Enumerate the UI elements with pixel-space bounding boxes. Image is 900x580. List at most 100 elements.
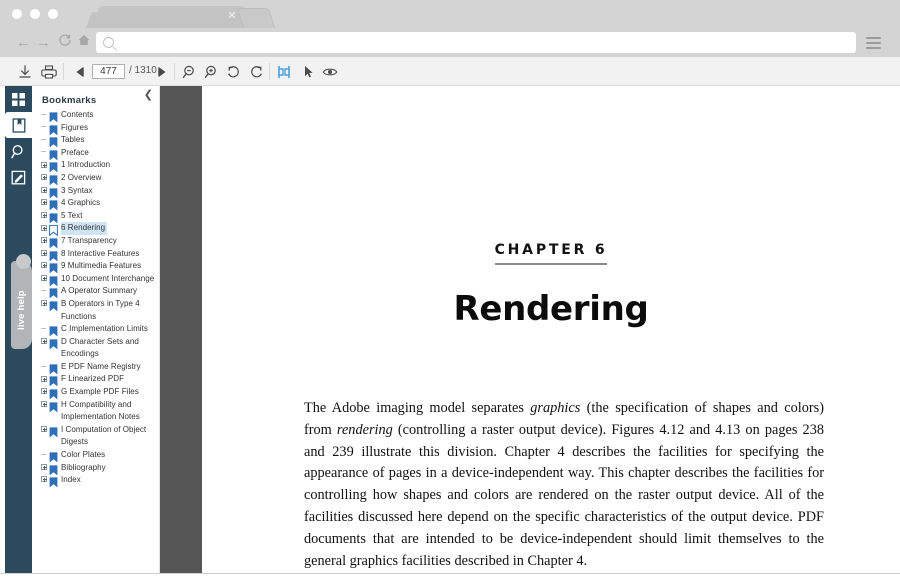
bookmark-item[interactable]: 9 Multimedia Features (38, 260, 159, 274)
bookmark-item[interactable]: B Operators in Type 4 Functions (38, 298, 159, 323)
sidebar-item-bookmarks[interactable] (5, 112, 32, 138)
forward-arrow-icon[interactable]: → (34, 33, 53, 52)
expand-toggle-icon[interactable] (38, 159, 49, 171)
bookmark-item[interactable]: 5 Text (38, 210, 159, 224)
expand-toggle-icon[interactable] (38, 235, 49, 247)
download-icon[interactable] (15, 62, 35, 82)
bookmark-icon (49, 148, 58, 161)
bookmarks-panel: Bookmarks ❮ Contents Figures Tables Preface… (32, 86, 160, 573)
magnifier-plus-glyph (204, 65, 216, 79)
bookmark-item[interactable]: F Linearized PDF (38, 373, 159, 387)
print-icon[interactable] (39, 62, 59, 82)
bookmark-item[interactable]: D Character Sets and Encodings (38, 336, 159, 361)
expand-toggle-icon[interactable] (38, 474, 49, 486)
bookmark-icon (49, 301, 58, 312)
bookmark-item[interactable]: Color Plates (38, 449, 159, 463)
tree-connector-icon (38, 361, 49, 373)
expand-toggle-icon[interactable] (38, 462, 49, 474)
bookmark-item[interactable]: Bibliography (38, 462, 159, 476)
bookmark-item[interactable]: G Example PDF Files (38, 386, 159, 400)
sidebar-icon-rail: live help (5, 86, 32, 573)
live-help-tab[interactable]: live help (11, 254, 32, 349)
expand-toggle-icon[interactable] (38, 197, 49, 209)
home-icon[interactable] (74, 33, 93, 52)
bookmark-item[interactable]: Preface (38, 147, 159, 161)
bookmark-item[interactable]: 8 Interactive Features (38, 248, 159, 261)
bookmark-item-label: 6 Rendering (61, 222, 108, 235)
fit-width-glyph (278, 65, 290, 79)
window-close-dot[interactable] (12, 9, 22, 19)
previous-page-icon[interactable] (70, 62, 90, 82)
zoom-in-icon[interactable] (202, 62, 222, 82)
select-tool-icon[interactable] (298, 62, 318, 82)
zoom-out-icon[interactable] (180, 62, 200, 82)
pdf-viewer[interactable]: CHAPTER 6 Rendering The Adobe imaging mo… (160, 86, 900, 573)
expand-toggle-icon[interactable] (38, 172, 49, 184)
bookmark-item[interactable]: 1 Introduction (38, 159, 159, 173)
browser-window: ✕ ← → 477 / 1310 live help Bookmarks ❮ C… (0, 0, 900, 574)
next-page-icon[interactable] (152, 62, 172, 82)
back-arrow-icon[interactable]: ← (14, 33, 33, 52)
bookmark-item[interactable]: 7 Transparency (38, 235, 159, 249)
bookmark-item-label: 3 Syntax (61, 185, 93, 195)
page-number-input[interactable] (92, 64, 125, 79)
bookmark-icon (49, 400, 58, 413)
magnifier-minus-glyph (182, 65, 194, 79)
tree-connector-icon (38, 147, 49, 159)
bookmark-icon (49, 299, 58, 312)
print-glyph (41, 65, 57, 79)
bookmark-item[interactable]: I Computation of Object Digests (38, 424, 159, 449)
new-tab-button[interactable] (236, 8, 276, 28)
reload-glyph (58, 34, 71, 46)
reload-icon[interactable] (55, 33, 74, 52)
bookmark-item[interactable]: 10 Document Interchange (38, 273, 159, 287)
expand-toggle-icon[interactable] (38, 273, 49, 285)
bookmark-page-icon (12, 117, 25, 133)
bookmark-item-label: 5 Text (61, 210, 83, 220)
expand-toggle-icon[interactable] (38, 386, 49, 398)
rotate-counterclockwise-icon[interactable] (224, 62, 244, 82)
bookmark-item[interactable]: 4 Graphics (38, 197, 159, 211)
address-input[interactable] (120, 35, 820, 50)
browser-tab[interactable]: ✕ (98, 6, 246, 28)
edit-pencil-icon (11, 170, 26, 184)
close-icon[interactable]: ✕ (226, 10, 238, 22)
expand-toggle-icon[interactable] (38, 373, 49, 385)
bookmark-item[interactable]: Tables (38, 134, 159, 148)
sidebar-item-search[interactable] (5, 138, 32, 164)
window-maximize-dot[interactable] (48, 9, 58, 19)
bookmark-item-label: Figures (61, 122, 89, 132)
bookmark-item[interactable]: A Operator Summary (38, 285, 159, 299)
bookmark-item[interactable]: Index (38, 474, 159, 488)
toolbar-separator (269, 63, 270, 80)
expand-toggle-icon[interactable] (38, 185, 49, 197)
expand-toggle-icon[interactable] (38, 399, 49, 411)
bookmark-item[interactable]: C Implementation Limits (38, 323, 159, 337)
bookmark-item[interactable]: 2 Overview (38, 172, 159, 186)
bookmark-item[interactable]: Contents (38, 109, 159, 123)
hamburger-menu-icon[interactable] (866, 37, 881, 49)
rotate-clockwise-icon[interactable] (246, 62, 266, 82)
bookmark-item-label: 8 Interactive Features (61, 248, 140, 258)
expand-toggle-icon[interactable] (38, 424, 49, 436)
paragraph-emphasis: rendering (336, 421, 393, 438)
bookmark-item[interactable]: E PDF Name Registry (38, 361, 159, 375)
chevron-left-icon[interactable]: ❮ (144, 89, 153, 101)
sidebar-item-thumbnails[interactable] (5, 86, 32, 112)
bookmark-item[interactable]: 3 Syntax (38, 185, 159, 198)
tree-connector-icon (38, 109, 49, 121)
bookmark-item[interactable]: H Compatibility and Implementation Notes (38, 399, 159, 424)
fit-width-icon[interactable] (274, 62, 294, 82)
view-tool-icon[interactable] (320, 62, 340, 82)
expand-toggle-icon[interactable] (38, 298, 49, 310)
expand-toggle-icon[interactable] (38, 222, 49, 234)
window-minimize-dot[interactable] (30, 9, 40, 19)
sidebar-item-annotate[interactable] (5, 164, 32, 190)
bookmark-item[interactable]: 6 Rendering (38, 222, 159, 237)
expand-toggle-icon[interactable] (38, 210, 49, 222)
expand-toggle-icon[interactable] (38, 248, 49, 260)
address-bar[interactable] (96, 32, 856, 53)
expand-toggle-icon[interactable] (38, 260, 49, 272)
expand-toggle-icon[interactable] (38, 336, 49, 348)
bookmark-item[interactable]: Figures (38, 122, 159, 135)
